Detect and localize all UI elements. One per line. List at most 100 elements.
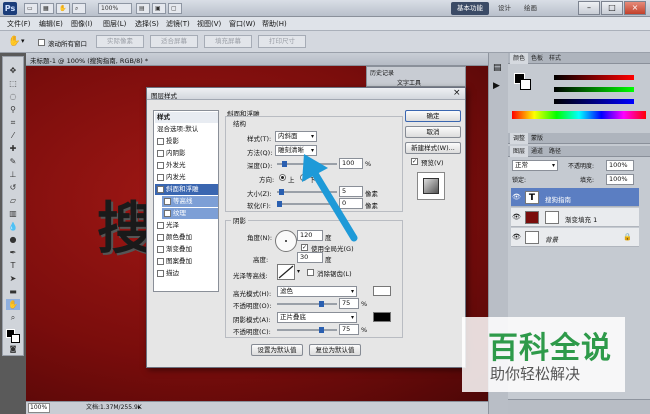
layer-text[interactable]: 👁 T 搜狗指南 (511, 188, 639, 207)
tab-swatches[interactable]: 色板 (528, 53, 546, 64)
menu-file[interactable]: 文件(F) (4, 17, 34, 31)
menu-image[interactable]: 图像(I) (68, 17, 96, 31)
screen-mode-icon[interactable]: ▢ (168, 3, 182, 14)
red-slider[interactable] (554, 75, 634, 80)
style-checkbox[interactable] (157, 269, 164, 277)
mini-bridge-icon[interactable]: ▦ (40, 3, 54, 14)
eye-icon[interactable]: 👁 (512, 233, 521, 241)
style-checkbox[interactable]: ✓ (157, 185, 164, 193)
menu-layer[interactable]: 图层(L) (100, 17, 129, 31)
highlight-opacity-slider[interactable] (277, 301, 337, 307)
bevel-style-select[interactable]: 内斜面 ▾ (275, 131, 317, 142)
eye-icon[interactable]: 👁 (512, 193, 521, 201)
style-item-3[interactable]: 内发光 (155, 172, 218, 183)
gradient-tool-icon[interactable]: ▥ (6, 208, 20, 219)
style-checkbox[interactable] (157, 173, 164, 181)
quick-select-tool-icon[interactable]: ⚲ (6, 104, 20, 115)
layer-background[interactable]: 👁 背景 🔒 (511, 228, 639, 247)
blue-slider[interactable] (554, 99, 634, 104)
preview-checkbox[interactable]: ✓ (411, 158, 418, 165)
tab-masks[interactable]: 蒙版 (528, 133, 546, 144)
hand-icon[interactable]: ✋ (56, 3, 70, 14)
tab-layers[interactable]: 图层 (510, 146, 529, 157)
eyedropper-tool-icon[interactable]: ⁄ (6, 130, 20, 141)
highlight-color-swatch[interactable] (373, 286, 391, 296)
zoom-tool-icon[interactable]: ⌕ (6, 312, 20, 323)
zoom-level[interactable]: 100% (98, 3, 132, 14)
move-tool-icon[interactable]: ✥ (6, 65, 20, 76)
workspace-design[interactable]: 设计 (492, 2, 517, 15)
quick-mask-icon[interactable]: ◙ (6, 344, 20, 355)
maximize-button[interactable]: □ (601, 1, 623, 15)
close-button[interactable]: × (624, 1, 646, 15)
tab-color[interactable]: 颜色 (510, 53, 529, 64)
cancel-button[interactable]: 取消 (405, 126, 461, 138)
style-item-5[interactable]: 等高线 (162, 196, 218, 207)
arrange-icon[interactable]: ▣ (152, 3, 166, 14)
shadow-opacity-slider[interactable] (277, 327, 337, 333)
style-item-7[interactable]: 光泽 (155, 220, 218, 231)
menu-edit[interactable]: 编辑(E) (36, 17, 66, 31)
print-size-button[interactable]: 打印尺寸 (258, 35, 306, 48)
tool-preset-arrow-icon[interactable]: ▾ (21, 37, 25, 45)
scroll-all-checkbox[interactable] (38, 39, 45, 46)
style-item-6[interactable]: 纹理 (162, 208, 218, 219)
shadow-opacity-field[interactable]: 75 (339, 324, 359, 335)
style-item-4[interactable]: ✓ 斜面和浮雕 (155, 184, 218, 195)
eraser-tool-icon[interactable]: ▱ (6, 195, 20, 206)
style-checkbox[interactable] (157, 221, 164, 229)
gloss-contour-preview[interactable] (277, 264, 295, 280)
style-checkbox[interactable] (157, 257, 164, 265)
history-tab[interactable]: 历史记录 (370, 68, 394, 77)
crop-tool-icon[interactable]: ⌗ (6, 117, 20, 128)
highlight-mode-select[interactable]: 滤色 ▾ (277, 286, 357, 297)
style-item-11[interactable]: 描边 (155, 268, 218, 279)
actions-panel-icon[interactable]: ▶ (493, 81, 500, 91)
style-checkbox[interactable] (157, 137, 164, 145)
background-color-swatch[interactable] (11, 334, 20, 343)
workspace-basic[interactable]: 基本功能 (451, 2, 489, 15)
shadow-opacity-knob[interactable] (319, 327, 324, 333)
size-slider-knob[interactable] (279, 189, 284, 195)
style-checkbox[interactable] (157, 149, 164, 157)
layer-gradient-fill[interactable]: 👁 渐变填充 1 (511, 208, 639, 227)
color-bg-swatch[interactable] (520, 79, 531, 90)
tab-styles[interactable]: 样式 (546, 53, 564, 64)
ok-button[interactable]: 确定 (405, 110, 461, 122)
dialog-titlebar[interactable]: 图层样式 × (147, 88, 465, 100)
depth-slider-knob[interactable] (282, 161, 287, 167)
soften-slider-knob[interactable] (277, 201, 282, 207)
menu-help[interactable]: 帮助(H) (259, 17, 290, 31)
zoom-icon[interactable]: ⌕ (72, 3, 86, 14)
status-arrow-icon[interactable]: ▸ (138, 402, 141, 414)
style-checkbox[interactable] (164, 209, 171, 217)
global-light-checkbox[interactable]: ✓ (301, 244, 308, 251)
fit-screen-button[interactable]: 适合屏幕 (150, 35, 198, 48)
history-panel-icon[interactable]: ▤ (493, 63, 502, 73)
direction-up-radio[interactable] (279, 174, 286, 181)
hand-tool-icon-selected[interactable]: ✋ (6, 299, 20, 310)
tab-channels[interactable]: 通道 (528, 146, 546, 157)
style-checkbox[interactable] (157, 233, 164, 241)
style-item-10[interactable]: 图案叠加 (155, 256, 218, 267)
hand-tool-icon[interactable]: ✋ (8, 36, 20, 47)
green-slider[interactable] (554, 87, 634, 92)
chevron-down-icon[interactable]: ▾ (297, 268, 300, 275)
history-item[interactable]: 文字工具 (397, 78, 421, 87)
style-item-8[interactable]: 颜色叠加 (155, 232, 218, 243)
minimize-button[interactable]: – (578, 1, 600, 15)
menu-filter[interactable]: 滤镜(T) (163, 17, 193, 31)
grid-icon[interactable]: ▤ (136, 3, 150, 14)
antialias-checkbox[interactable] (307, 269, 314, 276)
altitude-field[interactable]: 30 (297, 252, 323, 263)
color-ramp[interactable] (512, 111, 646, 119)
path-select-tool-icon[interactable]: ➤ (6, 273, 20, 284)
lasso-tool-icon[interactable]: ◌ (6, 91, 20, 102)
actual-pixels-button[interactable]: 实际像素 (96, 35, 144, 48)
style-item-2[interactable]: 外发光 (155, 160, 218, 171)
blend-mode-select[interactable]: 正常 ▾ (512, 160, 558, 171)
stamp-tool-icon[interactable]: ⊥ (6, 169, 20, 180)
highlight-opacity-knob[interactable] (319, 301, 324, 307)
menu-select[interactable]: 选择(S) (132, 17, 162, 31)
blend-options-item[interactable]: 混合选项:默认 (155, 124, 218, 135)
